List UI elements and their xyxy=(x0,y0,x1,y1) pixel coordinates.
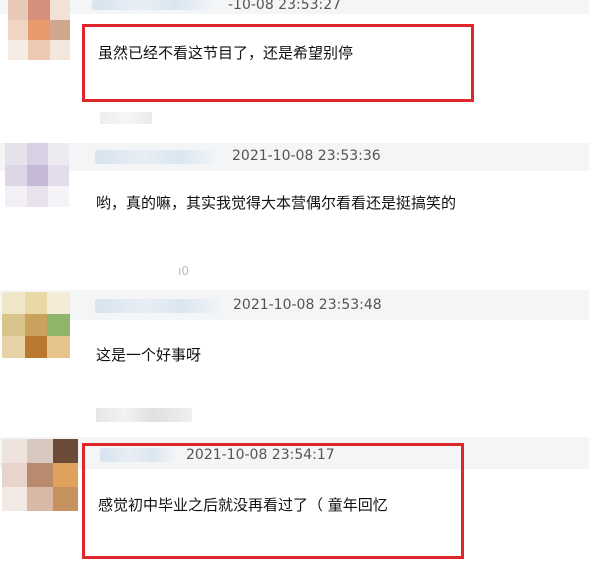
avatar[interactable] xyxy=(5,143,69,207)
username-blurred[interactable] xyxy=(95,150,215,164)
username-blurred[interactable] xyxy=(95,299,220,313)
highlight-box xyxy=(82,24,474,102)
comment-text: 哟，真的嘛，其实我觉得大本营偶尔看看还是挺搞笑的 xyxy=(96,194,457,212)
comment-text: 虽然已经不看这节目了，还是希望别停 xyxy=(98,44,354,62)
comment-thread-screenshot: { "comments": [ { "time": "-10-08 23:53:… xyxy=(0,0,589,566)
comment-1: -10-08 23:53:27 虽然已经不看这节目了，还是希望别停 xyxy=(0,0,589,110)
comment-4: 2021-10-08 23:54:17 感觉初中毕业之后就没再看过了（ 童年回忆 xyxy=(0,437,589,566)
comment-3: 2021-10-08 23:53:48 这是一个好事呀 xyxy=(0,290,589,430)
faint-source-mosaic xyxy=(96,408,192,422)
comment-timestamp: 2021-10-08 23:53:48 xyxy=(233,297,382,313)
comment-text: 这是一个好事呀 xyxy=(96,346,202,364)
username-blurred[interactable] xyxy=(92,0,212,10)
avatar[interactable] xyxy=(8,0,70,60)
faint-mosaic xyxy=(100,112,152,124)
comment-2: 2021-10-08 23:53:36 哟，真的嘛，其实我觉得大本营偶尔看看还是… xyxy=(0,143,589,283)
comment-timestamp: 2021-10-08 23:53:36 xyxy=(232,148,381,164)
comment-timestamp: -10-08 23:53:27 xyxy=(228,0,342,13)
avatar[interactable] xyxy=(2,439,78,511)
comment-text: 感觉初中毕业之后就没再看过了（ 童年回忆 xyxy=(98,496,388,514)
faint-source-mark: ı0 xyxy=(178,264,189,278)
avatar[interactable] xyxy=(2,292,70,358)
